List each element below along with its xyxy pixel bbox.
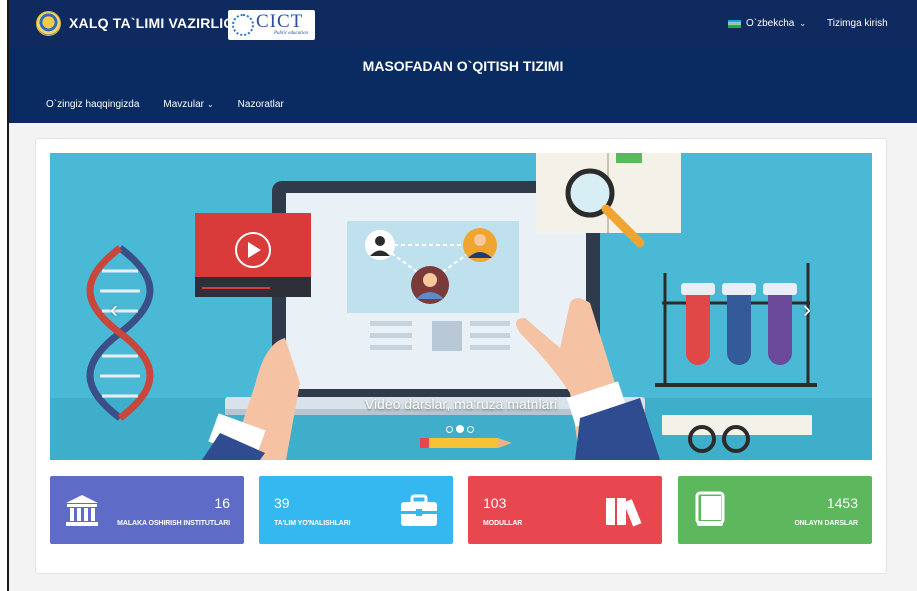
institution-icon (66, 495, 98, 526)
carousel-dot[interactable] (446, 426, 453, 433)
nav-item-about[interactable]: O`zingiz haqqingizda (46, 99, 139, 110)
elearning-illustration (50, 153, 872, 460)
cict-logo-text: CICT (256, 11, 304, 32)
test-tubes-icon (655, 263, 817, 453)
video-player-icon (195, 213, 311, 297)
stat-value: 16 (214, 495, 230, 511)
header: MASOFADAN O`QITISH TIZIMI O`zingiz haqqi… (9, 48, 917, 123)
chevron-down-icon: ⌄ (206, 100, 214, 109)
login-link[interactable]: Tizimga kirish (827, 18, 888, 29)
ruler-icon (662, 415, 812, 435)
carousel-dot-active[interactable] (456, 425, 464, 433)
stat-label: ONLAYN DARSLAR (794, 520, 858, 527)
dna-helix-icon (86, 245, 154, 421)
carousel-next-button[interactable]: › (797, 296, 817, 324)
chevron-left-icon: ‹ (110, 296, 118, 323)
nav-item-label: Nazoratlar (237, 99, 284, 110)
cict-dots-icon (232, 14, 254, 36)
uzbekistan-flag-icon (728, 19, 741, 28)
nav-item-label: O`zingiz haqqingizda (46, 99, 140, 110)
book-icon (695, 491, 725, 526)
language-label: O`zbekcha (746, 18, 795, 29)
language-selector[interactable]: O`zbekcha ⌄ (728, 18, 806, 29)
system-title: MASOFADAN O`QITISH TIZIMI (362, 58, 564, 74)
nav-item-tests[interactable]: Nazoratlar (238, 99, 284, 110)
carousel-dot[interactable] (467, 426, 474, 433)
chevron-right-icon: › (803, 296, 811, 323)
stat-value: 103 (483, 495, 507, 511)
stat-tile-directions[interactable]: 39 TA'LIM YO'NALISHLARI (259, 476, 453, 544)
stat-label: MODULLAR (483, 520, 523, 527)
carousel-caption: Video darslar, ma'ruza matnlari (364, 396, 558, 412)
nav-item-topics[interactable]: Mavzular ⌄ (163, 99, 213, 110)
cict-logo[interactable]: CICT Public education (228, 10, 315, 40)
brand-title[interactable]: XALQ TA`LIMI VAZIRLIGI (69, 15, 239, 31)
main-nav: O`zingiz haqqingizda Mavzular ⌄ Nazoratl… (46, 99, 284, 110)
stat-value: 39 (274, 495, 290, 511)
chevron-down-icon: ⌄ (799, 19, 807, 28)
book-magnifier-icon (536, 153, 681, 248)
stat-label: MALAKA OSHIRISH INSTITUTLARI (117, 520, 230, 527)
stat-tile-online-lessons[interactable]: 1453 ONLAYN DARSLAR (678, 476, 872, 544)
ministry-emblem-icon[interactable] (36, 11, 61, 36)
briefcase-icon (401, 494, 437, 526)
top-bar: XALQ TA`LIMI VAZIRLIGI CICT Public educa… (9, 0, 917, 48)
carousel-indicators (446, 425, 474, 433)
stat-value: 1453 (826, 495, 858, 511)
stat-label: TA'LIM YO'NALISHLARI (274, 520, 351, 527)
cict-logo-subtext: Public education (274, 31, 309, 36)
carousel-prev-button[interactable]: ‹ (104, 296, 124, 324)
books-icon (606, 498, 642, 527)
hero-carousel[interactable] (50, 153, 872, 460)
pencil-icon (420, 438, 512, 448)
nav-item-label: Mavzular (163, 99, 204, 110)
stat-tile-institutes[interactable]: 16 MALAKA OSHIRISH INSTITUTLARI (50, 476, 244, 544)
stat-tile-modules[interactable]: 103 MODULLAR (468, 476, 662, 544)
